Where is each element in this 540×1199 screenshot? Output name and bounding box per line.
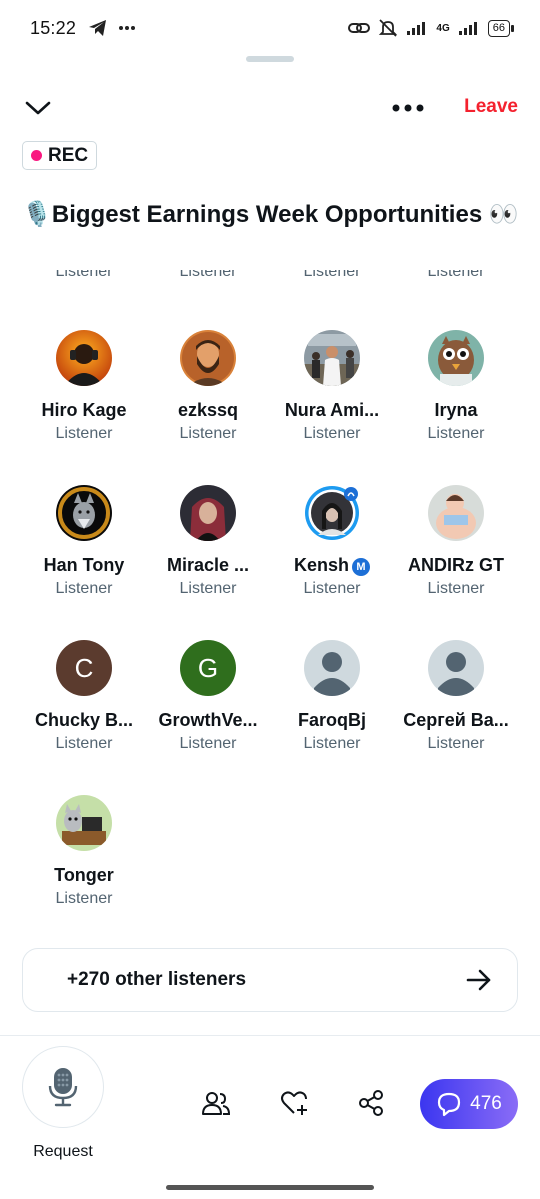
status-time: 15:22 [30, 17, 77, 38]
avatar-letter: G [197, 652, 219, 683]
status-bar: 15:22 4G 66 [0, 0, 540, 56]
listener-item[interactable]: ANDIRz GT Listener [394, 485, 518, 625]
avatar-letter: C [74, 652, 94, 683]
listener-item[interactable]: C Chucky B... Listener [22, 640, 146, 780]
listener-role: Listener [427, 735, 485, 752]
listener-name: Kensh M [270, 555, 394, 576]
default-user-icon [304, 640, 360, 696]
listener-role: Listener [427, 580, 485, 597]
partial-role: Listener [427, 270, 485, 280]
default-user-icon [428, 640, 484, 696]
space-header: Leave [0, 84, 540, 134]
microphone-icon [48, 1068, 78, 1107]
signal-icon-2 [458, 22, 477, 35]
listener-role: Listener [55, 735, 113, 752]
listener-role: Listener [55, 425, 113, 442]
avatar [56, 485, 112, 541]
listener-name: Iryna [434, 400, 478, 420]
listener-name: Nura Ami... [284, 400, 380, 420]
listener-item[interactable]: Han Tony Listener [22, 485, 146, 625]
listener-role: Listener [179, 735, 237, 752]
arrow-right-icon [466, 969, 491, 991]
listener-role: Listener [303, 580, 361, 597]
other-listeners-button[interactable]: +270 other listeners [22, 948, 518, 1012]
listener-item[interactable]: Hiro Kage Listener [22, 330, 146, 470]
listener-item[interactable]: Miracle ... Listener [146, 485, 270, 625]
listener-item[interactable]: G GrowthVe... Listener [146, 640, 270, 780]
space-title: 🎙️Biggest Earnings Week Opportunities 👀 [22, 201, 519, 228]
partial-role: Listener [303, 270, 361, 280]
listener-name: Tonger [54, 865, 114, 885]
listener-name: GrowthVe... [158, 710, 258, 730]
request-button[interactable] [22, 1046, 104, 1128]
partial-role: Listener [55, 270, 113, 280]
listener-name: Han Tony [43, 555, 125, 575]
bottom-divider [0, 1035, 540, 1036]
avatar [428, 330, 484, 386]
signal-icon [407, 22, 426, 35]
people-icon[interactable] [201, 1088, 231, 1118]
avatar [304, 330, 360, 386]
sheet-grabber[interactable] [246, 56, 294, 62]
listener-name: Сергей Ва... [403, 710, 509, 730]
avatar: G [180, 640, 236, 696]
chat-count: 476 [470, 1093, 502, 1114]
more-notifications-icon [119, 26, 136, 30]
listener-item[interactable]: Iryna Listener [394, 330, 518, 470]
avatar [428, 485, 484, 541]
telegram-icon [89, 20, 107, 36]
avatar [180, 485, 236, 541]
listener-role: Listener [55, 580, 113, 597]
avatar [56, 330, 112, 386]
listener-role: Listener [179, 580, 237, 597]
chat-button[interactable]: 476 [420, 1079, 518, 1129]
listener-item[interactable]: ezkssq Listener [146, 330, 270, 470]
recording-dot-icon [31, 150, 42, 161]
listener-name: Hiro Kage [41, 400, 127, 420]
listener-role: Listener [303, 425, 361, 442]
recording-badge: REC [22, 141, 98, 170]
request-label: Request [33, 1143, 93, 1160]
listener-name: ANDIRz GT [408, 555, 504, 575]
listener-name: Miracle ... [166, 555, 250, 575]
partial-listener-row: Listener Listener Listener Listener [0, 270, 540, 288]
listener-name: Chucky B... [34, 710, 134, 730]
battery-indicator: 66 [487, 19, 515, 37]
verified-m-badge-icon: M [352, 558, 370, 576]
link-icon [348, 23, 371, 33]
leave-button[interactable]: Leave [464, 96, 518, 118]
listener-item[interactable]: Tonger Listener [22, 795, 146, 935]
other-listeners-label: +270 other listeners [67, 969, 247, 990]
listener-item[interactable]: FaroqBj Listener [270, 640, 394, 780]
more-options-icon[interactable] [388, 96, 428, 120]
network-type: 4G [436, 22, 450, 34]
avatar [180, 330, 236, 386]
listener-role: Listener [303, 735, 361, 752]
listener-item[interactable]: Nura Ami... Listener [270, 330, 394, 470]
listener-role: Listener [427, 425, 485, 442]
heart-plus-icon[interactable] [279, 1088, 309, 1118]
home-indicator[interactable] [166, 1185, 374, 1190]
listener-role: Listener [179, 425, 237, 442]
listener-name: FaroqBj [297, 710, 366, 730]
avatar: C [56, 640, 112, 696]
listener-role: Listener [55, 890, 113, 907]
avatar [304, 485, 360, 541]
share-icon[interactable] [356, 1088, 386, 1118]
chat-bubble-icon [438, 1092, 461, 1117]
partial-role: Listener [179, 270, 237, 280]
avatar [56, 795, 112, 851]
listener-item[interactable]: Сергей Ва... Listener [394, 640, 518, 780]
listener-item[interactable]: Kensh M Listener [270, 485, 394, 625]
listener-name: ezkssq [177, 400, 239, 420]
recording-label: REC [48, 144, 89, 166]
mute-bell-icon [379, 19, 398, 37]
chevron-down-icon[interactable] [22, 94, 54, 122]
